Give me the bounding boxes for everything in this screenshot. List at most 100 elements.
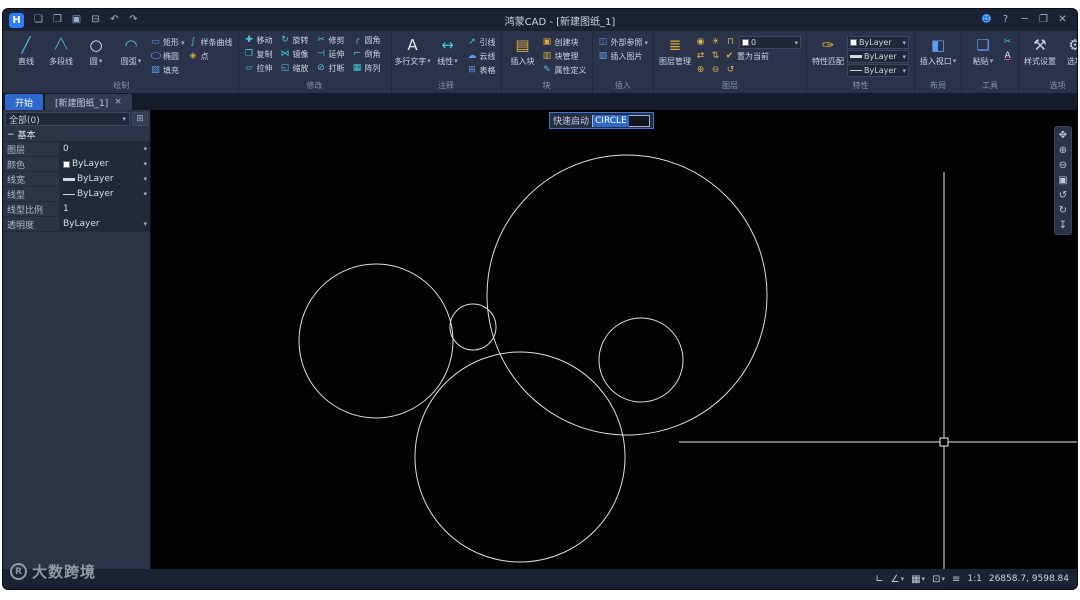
tool-extend[interactable]: ⊣ 延伸 — [316, 48, 350, 61]
tool-cut[interactable]: ✂ — [1002, 36, 1013, 49]
tool-trim[interactable]: ✂ 修剪 — [316, 34, 350, 47]
help-icon[interactable]: ? — [997, 12, 1014, 28]
tool-leader[interactable]: ↗ 引线 — [467, 36, 495, 49]
drawing-circle[interactable] — [449, 303, 497, 351]
tool-stretch[interactable]: ▱ 拉伸 — [244, 62, 278, 75]
scale-indicator[interactable]: 1:1 — [967, 574, 981, 584]
tool-rotate[interactable]: ↻ 旋转 — [280, 34, 314, 47]
property-label: 图层 — [7, 145, 26, 156]
zoom-in-button[interactable]: ⊕ — [1055, 143, 1071, 158]
grid-snap-toggle[interactable]: ▦ ▾ — [911, 574, 925, 585]
tool-table[interactable]: ⊞ 表格 — [467, 64, 495, 77]
polar-tracking-toggle[interactable]: ∠ ▾ — [891, 574, 904, 585]
tool-move[interactable]: ✚ 移动 — [244, 34, 278, 47]
command-input[interactable]: CIRCLE — [592, 114, 651, 127]
object-snap-toggle[interactable]: ⊡ ▾ — [932, 574, 945, 585]
tool-create-block[interactable]: ▣ 创建块 — [542, 36, 587, 49]
minimize-button[interactable]: ─ — [1016, 12, 1033, 28]
pan-button[interactable]: ✥ — [1055, 128, 1071, 143]
tool-copy[interactable]: ❐ 复制 — [244, 48, 278, 61]
tool-hatch[interactable]: ▨ 填充 — [150, 64, 185, 77]
ortho-toggle[interactable]: ∟ — [875, 574, 883, 585]
layer-off-icon[interactable]: ⊖ — [709, 64, 722, 77]
layer-on-icon[interactable]: ⊕ — [694, 64, 707, 77]
tool-spell-check[interactable]: A — [1002, 50, 1013, 63]
orbit-left-button[interactable]: ↺ — [1055, 188, 1071, 203]
tool-block-manager[interactable]: ▥ 块管理 — [542, 50, 587, 63]
tool-attribute-define[interactable]: ✎ 属性定义 — [542, 64, 586, 77]
lineweight-property-dropdown[interactable]: ByLayer ▾ — [59, 172, 150, 186]
drawing-canvas[interactable]: 快速启动 CIRCLE ✥ ⊕ ⊖ ▣ ↺ ↻ ↧ — [151, 110, 1077, 569]
drawing-circle[interactable] — [298, 263, 454, 419]
tool-mtext[interactable]: A 多行文字 ▾ — [394, 34, 431, 67]
drawing-circle[interactable] — [414, 351, 626, 563]
layer-dropdown[interactable]: 0 ▾ — [739, 36, 802, 49]
tool-polyline[interactable]: ╱╲ 多段线 — [45, 34, 77, 67]
tool-chamfer[interactable]: ⌐ 倒角 — [352, 48, 386, 61]
drawing-circle[interactable] — [598, 317, 684, 403]
zoom-extents-button[interactable]: ▣ — [1055, 173, 1071, 188]
save-file-icon[interactable]: ▣ — [68, 12, 85, 28]
tab-start[interactable]: 开始 — [5, 94, 44, 110]
lineweight-dropdown[interactable]: ByLayer ▾ — [847, 50, 910, 63]
transparency-property-dropdown[interactable]: ByLayer ▾ — [59, 217, 150, 231]
close-button[interactable]: ✕ — [1054, 12, 1071, 28]
app-logo-icon[interactable]: H — [9, 12, 24, 28]
tool-line[interactable]: ╱ 直线 — [10, 34, 42, 67]
layer-previous-icon[interactable]: ⇅ — [709, 50, 722, 63]
layer-restore-icon[interactable]: ↺ — [724, 64, 737, 77]
orbit-right-button[interactable]: ↻ — [1055, 203, 1071, 218]
tool-insert-block[interactable]: ▤ 插入块 — [507, 34, 539, 67]
linetype-property-dropdown[interactable]: ByLayer ▾ — [59, 187, 150, 201]
tool-options[interactable]: ⚙ 选项 — [1059, 34, 1077, 67]
selection-filter-dropdown[interactable]: 全部(0) ▾ — [5, 112, 130, 126]
color-dropdown[interactable]: ByLayer ▾ — [847, 36, 910, 49]
linetype-dropdown[interactable]: ByLayer ▾ — [847, 64, 910, 77]
tab-close-icon[interactable]: × — [114, 97, 122, 107]
layer-visibility-icon[interactable]: ◉ — [694, 36, 707, 49]
tool-match-properties[interactable]: ✑ 特性匹配 — [812, 34, 844, 67]
set-current-layer-button[interactable]: ✔ 置为当前 — [724, 50, 769, 63]
user-account-icon[interactable]: ☻ — [978, 12, 995, 28]
tab-document[interactable]: [新建图纸_1] × — [45, 94, 132, 110]
linetype-scale-field[interactable]: 1 — [59, 202, 150, 216]
section-general[interactable]: − 基本 — [3, 128, 150, 142]
tool-arc[interactable]: ◠ 圆弧 ▾ — [115, 34, 147, 67]
open-file-icon[interactable]: ❒ — [49, 12, 66, 28]
status-menu-button[interactable]: ≡ — [952, 574, 960, 585]
tool-circle[interactable]: ○ 圆 ▾ — [80, 34, 112, 67]
tool-spline[interactable]: ∫ 样条曲线 — [188, 36, 233, 49]
tool-insert-viewport[interactable]: ◧ 插入视口 ▾ — [920, 34, 957, 67]
tool-xref[interactable]: ◫ 外部参照 ▾ — [598, 36, 648, 49]
tool-ellipse[interactable]: ○ 椭圆 — [150, 50, 185, 63]
tool-mirror[interactable]: ⋈ 镜像 — [280, 48, 314, 61]
quick-select-button[interactable]: ⊞ — [132, 112, 148, 126]
new-file-icon[interactable]: ❏ — [30, 12, 47, 28]
zoom-out-button[interactable]: ⊖ — [1055, 158, 1071, 173]
color-property-dropdown[interactable]: ByLayer ▾ — [59, 157, 150, 171]
redo-icon[interactable]: ↷ — [125, 12, 142, 28]
tool-linear-dimension[interactable]: ↔ 线性 ▾ — [432, 34, 464, 67]
layer-lock-icon[interactable]: ⊓ — [724, 36, 737, 49]
plot-icon[interactable]: ⊟ — [87, 12, 104, 28]
tool-style-settings[interactable]: ⚒ 样式设置 — [1024, 34, 1056, 67]
tool-paste[interactable]: ❏ 粘贴 ▾ — [967, 34, 999, 67]
undo-icon[interactable]: ↶ — [106, 12, 123, 28]
layer-property-dropdown[interactable]: 0 ▾ — [59, 142, 150, 156]
maximize-button[interactable]: ❐ — [1035, 12, 1052, 28]
tool-rectangle[interactable]: ▭ 矩形 ▾ — [150, 36, 185, 49]
layer-isolate-icon[interactable]: ⇄ — [694, 50, 707, 63]
tool-fillet[interactable]: ╭ 圆角 — [352, 34, 386, 47]
layer-freeze-icon[interactable]: ☀ — [709, 36, 722, 49]
tool-break[interactable]: ⊘ 打断 — [316, 62, 350, 75]
chevron-down-icon: ▾ — [900, 575, 905, 583]
tool-point[interactable]: ◈ 点 — [188, 50, 233, 63]
drawing-circle[interactable] — [486, 154, 768, 436]
tool-layer-manager[interactable]: ≣ 图层管理 — [659, 34, 691, 67]
tool-insert-image[interactable]: ▧ 插入图片 — [598, 50, 649, 63]
chevron-down-icon: ▾ — [181, 38, 185, 47]
download-view-button[interactable]: ↧ — [1055, 218, 1071, 233]
tool-scale[interactable]: ◱ 缩放 — [280, 62, 314, 75]
tool-revcloud[interactable]: ☁ 云线 — [467, 50, 496, 63]
tool-array[interactable]: ▦ 阵列 — [352, 62, 386, 75]
